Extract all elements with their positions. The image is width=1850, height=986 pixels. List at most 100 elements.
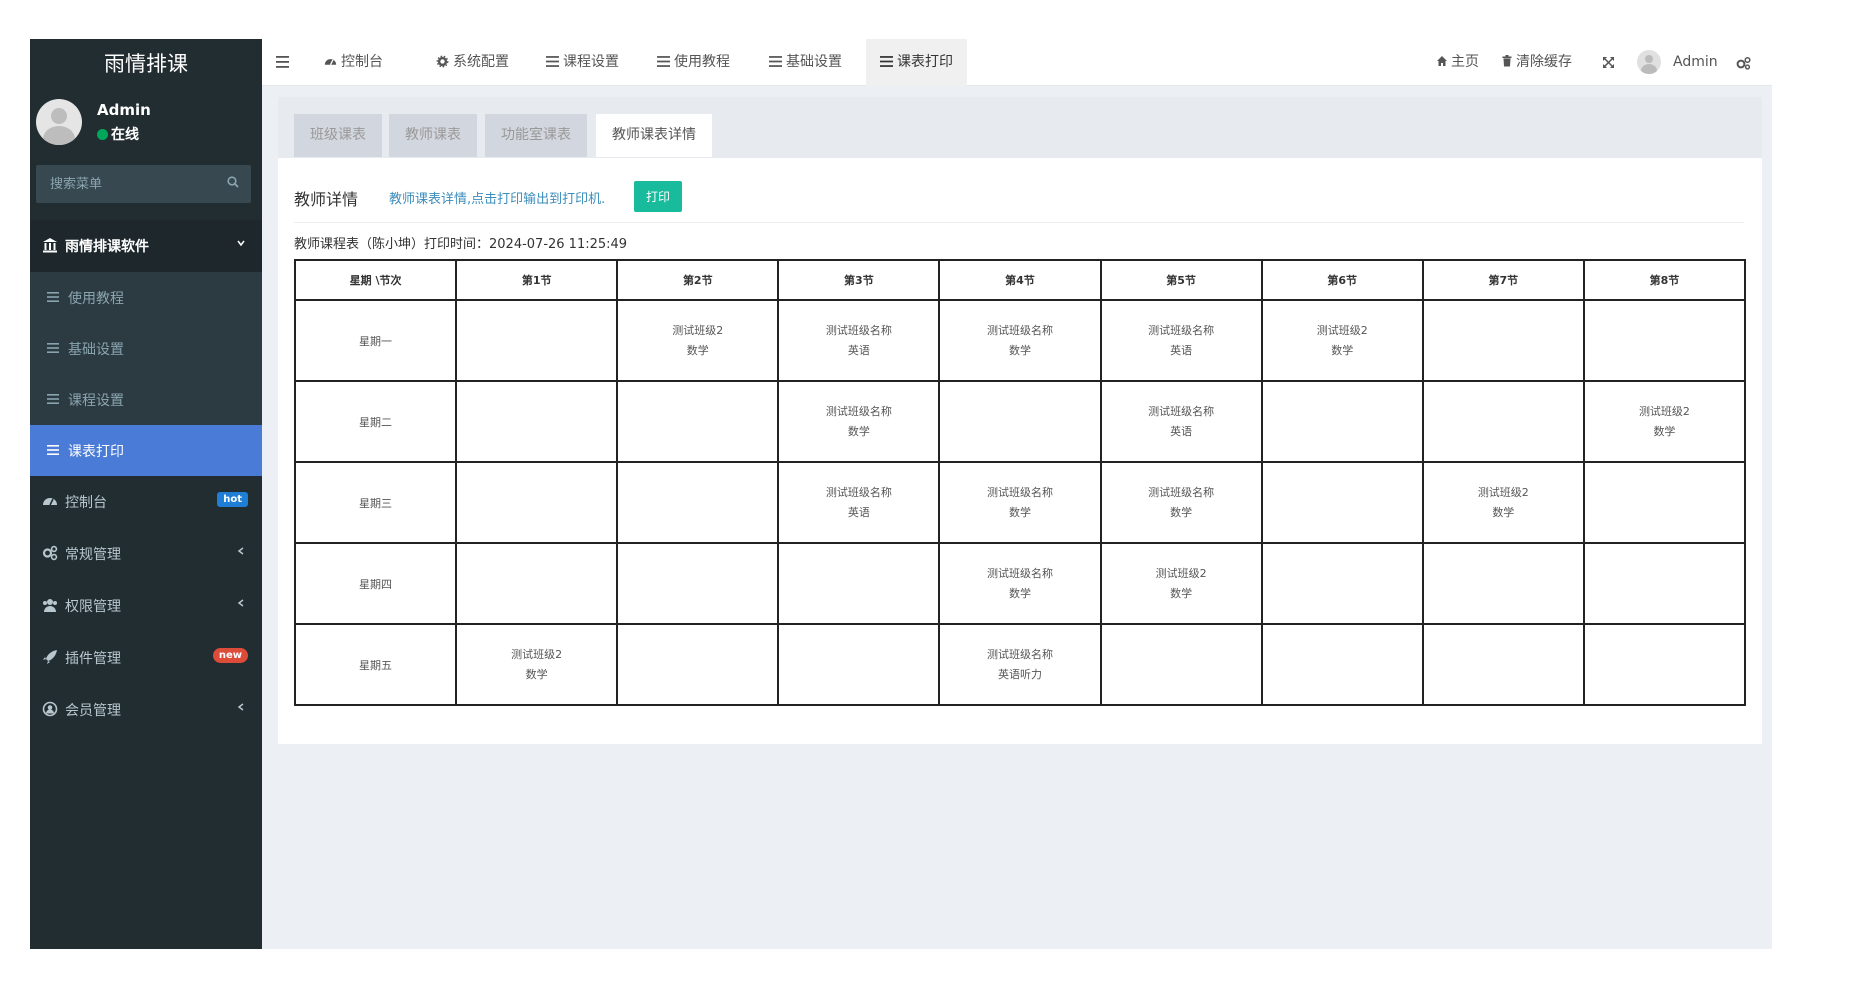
lesson-cell: 测试班级名称 英语 <box>1099 380 1263 463</box>
cogs-icon <box>42 545 58 561</box>
lesson-subject: 数学 <box>1008 505 1031 519</box>
sidebar-item-tutorial[interactable]: 使用教程 <box>30 272 262 323</box>
app-logo[interactable]: 雨情排课 <box>30 39 262 89</box>
content-panel: 班级课表 教师课表 功能室课表 教师课表详情 教师详情 教师课表详情,点击打印输… <box>278 97 1762 744</box>
lesson-subject: 数学 <box>1170 586 1193 600</box>
dashboard-icon <box>324 59 337 66</box>
lesson-cell: 测试班级2 数学 <box>1260 299 1424 382</box>
dashboard-icon <box>43 498 57 506</box>
search-icon[interactable] <box>227 176 239 188</box>
lesson-cell: 测试班级名称 英语 <box>777 299 941 382</box>
sidebar-item-dashboard[interactable]: 控制台 hot <box>30 476 262 528</box>
table-header-cell: 第3节 <box>777 259 941 301</box>
lesson-cell: 测试班级名称 英语 <box>777 461 941 544</box>
tab-room-schedule[interactable]: 功能室课表 <box>485 114 587 157</box>
lesson-cell <box>1421 380 1585 463</box>
admin-menu[interactable]: Admin <box>1637 39 1722 86</box>
institution-icon <box>43 238 57 253</box>
content-tabs: 班级课表 教师课表 功能室课表 教师课表详情 <box>278 97 1762 158</box>
detail-title: 教师详情 <box>294 190 359 209</box>
tab-system-config[interactable]: 系统配置 <box>422 39 523 86</box>
lesson-subject: 数学 <box>686 343 709 357</box>
users-icon <box>43 599 57 612</box>
lesson-class: 测试班级名称 <box>986 647 1053 661</box>
sidebar-item-basic-settings[interactable]: 基础设置 <box>30 323 262 374</box>
lesson-cell: 测试班级2 数学 <box>1582 380 1747 463</box>
lesson-cell <box>1260 542 1424 625</box>
tab-dashboard[interactable]: 控制台 <box>310 39 397 86</box>
lesson-subject: 英语 <box>1170 424 1193 438</box>
lesson-cell <box>1582 299 1747 382</box>
lesson-cell <box>1582 461 1747 544</box>
sidebar-item-permissions[interactable]: 权限管理 <box>30 580 262 632</box>
tab-teacher-schedule-detail[interactable]: 教师课表详情 <box>596 114 712 157</box>
lesson-cell <box>1260 623 1424 706</box>
lesson-cell: 测试班级名称 数学 <box>938 542 1102 625</box>
home-link[interactable]: 主页 <box>1436 39 1479 86</box>
detail-link[interactable]: 教师课表详情,点击打印输出到打印机. <box>389 188 605 207</box>
sidebar-menu: 雨情排课软件 使用教程 基础设置 课程设置 课表打印 控制台 hot 常规管理 … <box>30 220 262 736</box>
lesson-class: 测试班级名称 <box>986 323 1053 337</box>
lesson-class: 测试班级名称 <box>1148 485 1215 499</box>
tab-course-settings[interactable]: 课程设置 <box>532 39 633 86</box>
sidebar-header-paike[interactable]: 雨情排课软件 <box>30 220 262 272</box>
lesson-cell <box>455 299 619 382</box>
sidebar-item-members[interactable]: 会员管理 <box>30 684 262 736</box>
lesson-cell: 测试班级名称 英语 <box>1099 299 1263 382</box>
fullscreen-icon[interactable] <box>1602 56 1615 69</box>
day-cell: 星期四 <box>293 542 458 625</box>
lesson-cell <box>616 623 780 706</box>
sidebar-item-general[interactable]: 常规管理 <box>30 528 262 580</box>
lesson-cell: 测试班级2 数学 <box>616 299 780 382</box>
sidebar-item-schedule-print[interactable]: 课表打印 <box>30 425 262 476</box>
sidebar-item-label: 课表打印 <box>68 444 124 460</box>
table-row: 星期二 测试班级名称 数学 测试班级名称 英语 测试班级2 数学 <box>293 380 1747 463</box>
table-caption: 教师课程表（陈小坤）打印时间：2024-07-26 11:25:49 <box>294 237 628 252</box>
schedule-body: 星期一 测试班级2 数学 测试班级名称 英语 测试班级名称 数学 测试班级名称 英语 测试班级2 数… <box>293 299 1747 706</box>
trash-icon <box>1502 55 1512 67</box>
app-window: 雨情排课 Admin 在线 雨情排课软件 使用教程 基础设置 <box>30 39 1772 949</box>
new-badge: new <box>212 648 248 663</box>
lesson-cell <box>455 380 619 463</box>
lesson-cell: 测试班级名称 数学 <box>938 461 1102 544</box>
lesson-class: 测试班级2 <box>1477 485 1529 499</box>
lesson-cell <box>1582 623 1747 706</box>
chevron-left-icon <box>237 547 244 555</box>
sidebar-item-course-settings[interactable]: 课程设置 <box>30 374 262 425</box>
tab-schedule-print[interactable]: 课表打印 <box>866 39 967 86</box>
lesson-cell <box>455 461 619 544</box>
lesson-class: 测试班级名称 <box>825 404 892 418</box>
lesson-class: 测试班级2 <box>1155 566 1207 580</box>
print-button[interactable]: 打印 <box>634 181 682 212</box>
list-icon <box>769 56 782 67</box>
chevron-down-icon <box>237 240 245 247</box>
user-name: Admin <box>97 101 151 119</box>
lesson-cell <box>616 542 780 625</box>
table-header-cell: 第5节 <box>1099 259 1263 301</box>
sidebar-item-label: 权限管理 <box>65 599 121 615</box>
tab-teacher-schedule[interactable]: 教师课表 <box>389 114 477 157</box>
lesson-subject: 数学 <box>1492 505 1515 519</box>
chevron-left-icon <box>237 599 244 607</box>
tab-tutorial[interactable]: 使用教程 <box>643 39 744 86</box>
lesson-subject: 数学 <box>1653 424 1676 438</box>
lesson-cell <box>616 461 780 544</box>
hamburger-icon[interactable] <box>276 53 290 71</box>
lesson-cell <box>777 623 941 706</box>
tab-class-schedule[interactable]: 班级课表 <box>294 114 382 157</box>
lesson-subject: 英语听力 <box>997 667 1042 681</box>
search-input[interactable] <box>36 165 251 203</box>
lesson-cell <box>455 542 619 625</box>
table-header-cell: 第1节 <box>455 259 619 301</box>
lesson-cell <box>1582 542 1747 625</box>
clear-cache-button[interactable]: 清除缓存 <box>1501 39 1572 86</box>
sidebar-item-plugins[interactable]: 插件管理 new <box>30 632 262 684</box>
lesson-class: 测试班级名称 <box>825 323 892 337</box>
lesson-subject: 数学 <box>525 667 548 681</box>
user-circle-icon <box>42 701 58 717</box>
list-icon <box>47 292 59 302</box>
tab-label: 课表打印 <box>897 54 953 70</box>
tab-basic-settings[interactable]: 基础设置 <box>755 39 856 86</box>
tab-label: 控制台 <box>341 54 383 70</box>
settings-cogs-icon[interactable] <box>1736 56 1751 70</box>
